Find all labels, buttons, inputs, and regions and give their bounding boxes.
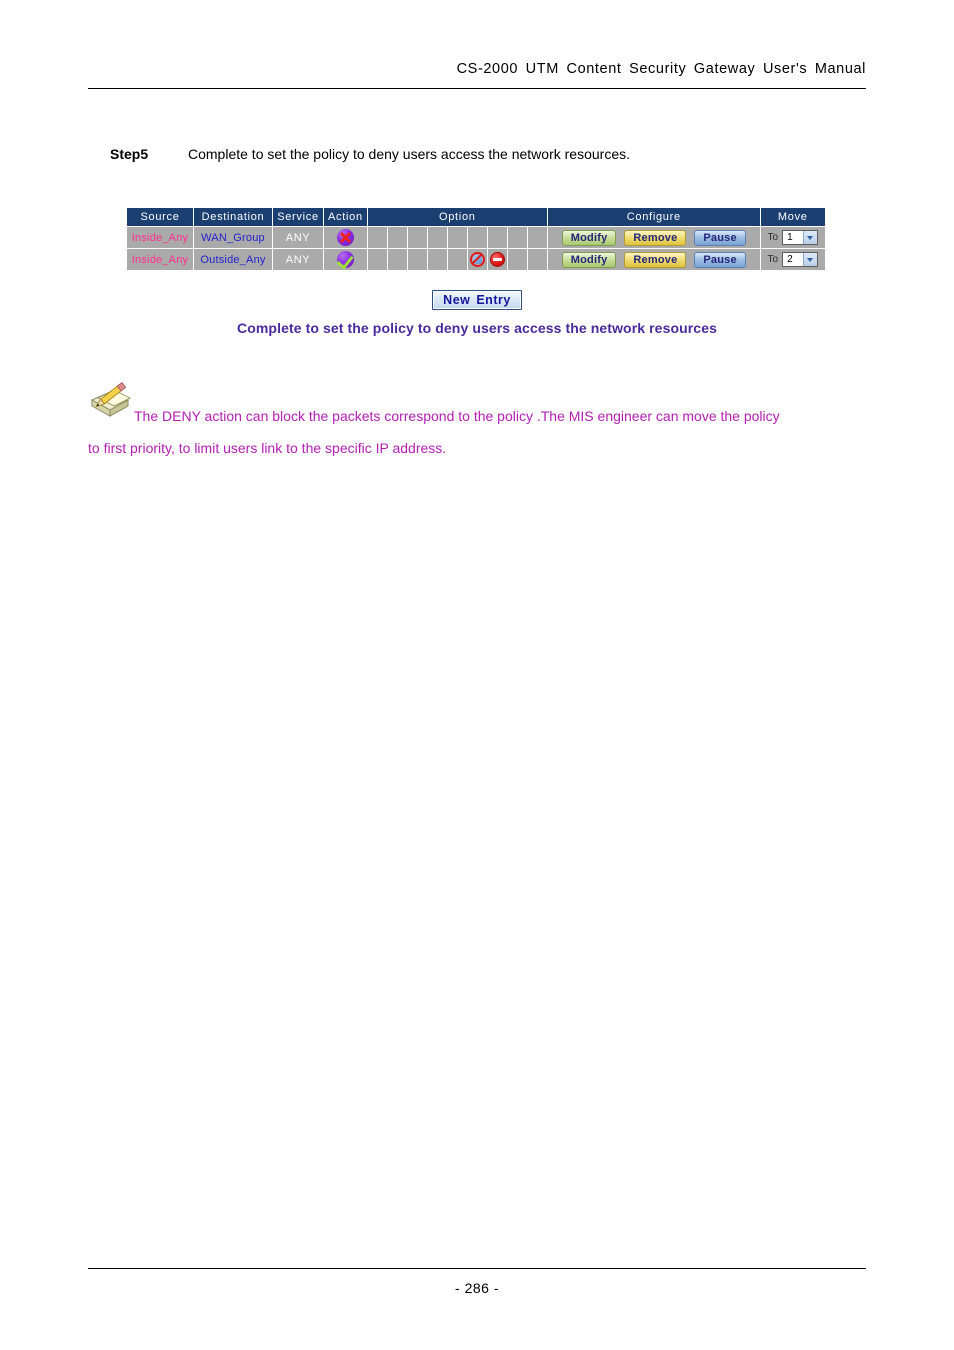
cell-service: ANY bbox=[273, 249, 323, 270]
cell-option-1 bbox=[367, 249, 387, 270]
cell-option-8 bbox=[507, 227, 527, 248]
cell-option-3 bbox=[407, 249, 427, 270]
cell-service: ANY bbox=[273, 227, 323, 248]
policy-table-container: Source Destination Service Action Option… bbox=[126, 207, 826, 271]
column-header-destination: Destination bbox=[194, 208, 272, 226]
cell-option-6 bbox=[467, 227, 487, 248]
column-header-service: Service bbox=[273, 208, 323, 226]
deny-ball-icon bbox=[336, 229, 354, 246]
step-description: Complete to set the policy to deny users… bbox=[188, 146, 630, 162]
cell-option-3 bbox=[407, 227, 427, 248]
step-row: Step5 Complete to set the policy to deny… bbox=[110, 146, 900, 162]
remove-button[interactable]: Remove bbox=[624, 229, 687, 246]
policy-table-head: Source Destination Service Action Option… bbox=[127, 208, 825, 226]
move-control: To 1 bbox=[761, 230, 825, 245]
configure-button-group: Modify Remove Pause bbox=[548, 251, 760, 268]
cell-option-5 bbox=[447, 227, 467, 248]
cell-option-9 bbox=[527, 227, 547, 248]
note-block: The DENY action can block the packets co… bbox=[88, 378, 878, 464]
cell-option-4 bbox=[427, 249, 447, 270]
cell-option-7 bbox=[487, 249, 507, 270]
pause-button[interactable]: Pause bbox=[694, 251, 746, 268]
cell-action bbox=[324, 249, 367, 270]
chevron-down-icon[interactable] bbox=[803, 253, 818, 266]
permit-ball-icon bbox=[336, 251, 354, 270]
policy-table-body: Inside_Any WAN_Group ANY Modify Remove P… bbox=[127, 227, 825, 270]
new-entry-container: New Entry bbox=[0, 290, 954, 310]
no-entry-icon bbox=[489, 252, 505, 267]
new-entry-button[interactable]: New Entry bbox=[432, 290, 522, 310]
cell-option-2 bbox=[387, 249, 407, 270]
move-position-value: 1 bbox=[787, 232, 793, 243]
move-position-select[interactable]: 2 bbox=[782, 252, 819, 267]
note-text: The DENY action can block the packets co… bbox=[88, 378, 878, 464]
step-label: Step5 bbox=[110, 146, 149, 162]
cell-destination[interactable]: WAN_Group bbox=[194, 227, 272, 248]
note-line-1: The DENY action can block the packets co… bbox=[134, 408, 780, 424]
move-to-label: To bbox=[767, 232, 779, 243]
cell-option-5 bbox=[447, 249, 467, 270]
column-header-configure: Configure bbox=[547, 208, 760, 226]
policy-table-header-row: Source Destination Service Action Option… bbox=[127, 208, 825, 226]
pause-button[interactable]: Pause bbox=[694, 229, 746, 246]
table-row[interactable]: Inside_Any WAN_Group ANY Modify Remove P… bbox=[127, 227, 825, 248]
configure-button-group: Modify Remove Pause bbox=[548, 229, 760, 246]
move-position-select[interactable]: 1 bbox=[782, 230, 819, 245]
cell-move: To 1 bbox=[760, 227, 825, 248]
document-header: CS-2000 UTM Content Security Gateway Use… bbox=[88, 60, 866, 78]
modify-button[interactable]: Modify bbox=[561, 229, 617, 246]
note-line-2: to first priority, to limit users link t… bbox=[88, 440, 447, 456]
cell-source[interactable]: Inside_Any bbox=[127, 249, 193, 270]
cell-configure: Modify Remove Pause bbox=[547, 227, 760, 248]
cell-option-4 bbox=[427, 227, 447, 248]
cell-destination[interactable]: Outside_Any bbox=[194, 249, 272, 270]
remove-button[interactable]: Remove bbox=[624, 251, 687, 268]
figure-caption: Complete to set the policy to deny users… bbox=[237, 320, 717, 336]
cell-option-6 bbox=[467, 249, 487, 270]
table-row[interactable]: Inside_Any Outside_Any ANY Modify Remove… bbox=[127, 249, 825, 270]
cell-option-7 bbox=[487, 227, 507, 248]
cell-option-2 bbox=[387, 227, 407, 248]
cell-source[interactable]: Inside_Any bbox=[127, 227, 193, 248]
no-signal-icon bbox=[469, 252, 485, 267]
move-position-value: 2 bbox=[787, 254, 793, 265]
cell-option-1 bbox=[367, 227, 387, 248]
document-header-title: CS-2000 UTM Content Security Gateway Use… bbox=[456, 61, 866, 77]
move-to-label: To bbox=[767, 254, 779, 265]
column-header-source: Source bbox=[127, 208, 193, 226]
page-number: - 286 - bbox=[455, 1280, 499, 1296]
column-header-move: Move bbox=[760, 208, 825, 226]
column-header-action: Action bbox=[324, 208, 367, 226]
cell-option-9 bbox=[527, 249, 547, 270]
chevron-down-icon[interactable] bbox=[803, 231, 818, 244]
move-control: To 2 bbox=[761, 252, 825, 267]
footer-divider bbox=[88, 1268, 866, 1269]
cell-option-8 bbox=[507, 249, 527, 270]
cell-action bbox=[324, 227, 367, 248]
cell-move: To 2 bbox=[760, 249, 825, 270]
column-header-option: Option bbox=[367, 208, 547, 226]
header-divider bbox=[88, 88, 866, 89]
policy-table: Source Destination Service Action Option… bbox=[126, 207, 826, 271]
cell-configure: Modify Remove Pause bbox=[547, 249, 760, 270]
modify-button[interactable]: Modify bbox=[561, 251, 617, 268]
